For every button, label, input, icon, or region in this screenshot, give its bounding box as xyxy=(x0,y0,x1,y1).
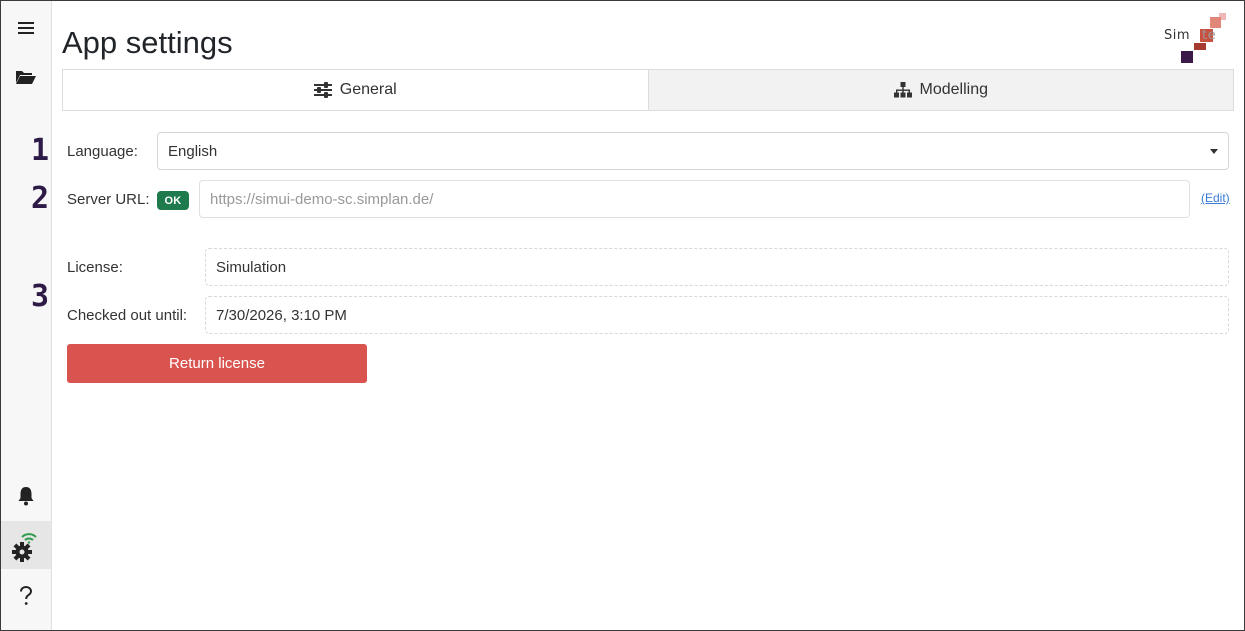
edit-server-url-link[interactable]: (Edit) xyxy=(1201,191,1230,205)
server-url-input[interactable] xyxy=(199,180,1190,218)
sitemap-icon xyxy=(893,82,912,98)
license-label: License: xyxy=(67,259,123,276)
menu-button[interactable] xyxy=(1,4,51,52)
bell-icon xyxy=(18,487,34,506)
main-content: App settings Sim te General Modelling 1 … xyxy=(31,1,1244,630)
server-url-label: Server URL: xyxy=(67,191,150,208)
app-window: App settings Sim te General Modelling 1 … xyxy=(0,0,1245,631)
simulate-logo: Sim te xyxy=(1164,11,1230,65)
checked-out-label: Checked out until: xyxy=(67,307,188,324)
folder-open-icon xyxy=(16,71,36,84)
tab-modelling-label: Modelling xyxy=(919,81,988,98)
menu-icon xyxy=(18,22,34,34)
chevron-down-icon xyxy=(1210,148,1218,154)
settings-button[interactable] xyxy=(1,521,51,569)
tab-general[interactable]: General xyxy=(63,70,648,110)
callout-2: 2 xyxy=(31,181,50,216)
license-field: Simulation xyxy=(205,248,1229,286)
callout-1: 1 xyxy=(31,133,50,168)
notifications-button[interactable] xyxy=(1,472,51,520)
gear-icon xyxy=(12,533,37,562)
page-title: App settings xyxy=(62,25,233,60)
checked-out-value: 7/30/2026, 3:10 PM xyxy=(216,306,347,324)
open-folder-button[interactable] xyxy=(1,53,51,101)
language-value: English xyxy=(168,142,218,160)
callout-3: 3 xyxy=(31,279,50,314)
return-license-button[interactable]: Return license xyxy=(67,344,367,383)
help-button[interactable] xyxy=(1,572,51,620)
license-value: Simulation xyxy=(216,258,287,276)
logo-text: Sim te xyxy=(1164,28,1217,43)
tab-general-label: General xyxy=(339,81,397,98)
settings-tabs: General Modelling xyxy=(62,69,1234,111)
server-status-badge: OK xyxy=(157,191,189,210)
wifi-signal-icon xyxy=(21,533,37,544)
question-icon xyxy=(20,586,33,605)
tab-modelling[interactable]: Modelling xyxy=(647,70,1233,110)
sidebar xyxy=(1,1,52,630)
language-label: Language: xyxy=(67,143,138,160)
checked-out-field: 7/30/2026, 3:10 PM xyxy=(205,296,1229,334)
language-select[interactable]: English xyxy=(157,132,1229,170)
sliders-icon xyxy=(313,82,332,98)
